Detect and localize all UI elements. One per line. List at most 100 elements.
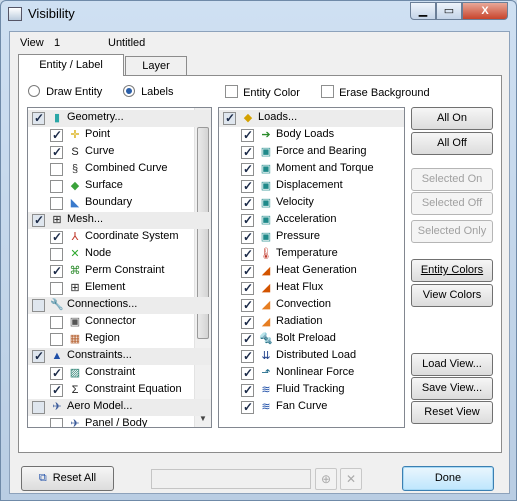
tree-item-row[interactable]: ✛ Point [28,127,211,144]
minimize-button[interactable]: ▁ [410,2,436,20]
selected-on-button[interactable]: Selected On [411,168,493,191]
tree-item-row[interactable]: ➔ Body Loads [219,127,404,144]
tab-entity-label[interactable]: Entity / Label [18,54,124,76]
title-bar[interactable]: Visibility ▁ ▭ X [1,1,516,27]
maximize-button[interactable]: ▭ [436,2,462,20]
visibility-checkbox[interactable] [241,179,254,193]
tree-item-row[interactable]: ⅄ Coordinate System [28,229,211,246]
tree-item-row[interactable]: ◢ Radiation [219,314,404,331]
tree-item-row[interactable]: ◢ Heat Flux [219,280,404,297]
visibility-checkbox[interactable] [241,332,254,346]
tab-layer[interactable]: Layer [125,56,187,75]
erase-background-option[interactable]: Erase Background [321,85,430,99]
tree-item-row[interactable]: ≋ Fan Curve [219,399,404,416]
tree-item-row[interactable]: ▨ Constraint [28,365,211,382]
visibility-checkbox[interactable] [50,248,63,261]
tree-item-row[interactable]: ⇊ Distributed Load [219,348,404,365]
tree-item-row[interactable]: ▣ Connector [28,314,211,331]
reset-all-button[interactable]: ⧉ Reset All [21,466,114,491]
visibility-checkbox[interactable] [50,163,63,176]
tree-group-row[interactable]: ⊞ Mesh... [28,212,211,229]
visibility-checkbox[interactable] [50,333,63,346]
visibility-checkbox[interactable] [241,162,254,176]
visibility-checkbox[interactable] [50,230,63,244]
tree-item-row[interactable]: ▣ Velocity [219,195,404,212]
tree-item-row[interactable]: ▣ Displacement [219,178,404,195]
visibility-checkbox[interactable] [50,180,63,193]
tree-item-row[interactable]: ◆ Surface [28,178,211,195]
reset-view-button[interactable]: Reset View [411,401,493,424]
visibility-checkbox[interactable] [50,264,63,278]
visibility-checkbox[interactable] [241,196,254,210]
loads-tree-list[interactable]: ◆ Loads... ➔ Body Loads ▣ Force and Bearing ▣ M… [218,107,405,428]
visibility-checkbox[interactable] [50,128,63,142]
all-on-button[interactable]: All On [411,107,493,130]
visibility-checkbox[interactable] [223,111,236,125]
entity-colors-button[interactable]: Entity Colors [411,259,493,282]
visibility-checkbox[interactable] [50,383,63,397]
tree-group-row[interactable]: 🔧 Connections... [28,297,211,314]
load-view-button[interactable]: Load View... [411,353,493,376]
visibility-checkbox[interactable] [241,213,254,227]
visibility-checkbox[interactable] [32,299,45,312]
visibility-checkbox[interactable] [50,366,63,380]
draw-entity-option[interactable]: Draw Entity [28,85,102,98]
pick-select-button[interactable]: ⊕ [315,468,337,490]
entity-color-checkbox[interactable] [225,85,238,98]
labels-radio[interactable] [123,85,135,97]
tree-item-row[interactable]: ◣ Boundary [28,195,211,212]
tree-item-row[interactable]: ✈ Panel / Body [28,416,211,427]
tree-item-row[interactable]: 🔩Bolt Preload [219,331,404,348]
tree-group-row[interactable]: ✈ Aero Model... [28,399,211,416]
visibility-checkbox[interactable] [241,247,254,261]
visibility-checkbox[interactable] [32,213,45,227]
view-colors-button[interactable]: View Colors [411,284,493,307]
selected-off-button[interactable]: Selected Off [411,192,493,215]
tree-item-row[interactable]: § Combined Curve [28,161,211,178]
erase-background-checkbox[interactable] [321,85,334,98]
tree-item-row[interactable]: 🌡Temperature [219,246,404,263]
visibility-checkbox[interactable] [241,264,254,278]
tree-item-row[interactable]: ▦ Region [28,331,211,348]
visibility-checkbox[interactable] [241,315,254,329]
tree-item-row[interactable]: S Curve [28,144,211,161]
visibility-checkbox[interactable] [32,349,45,363]
tree-item-row[interactable]: ▣ Pressure [219,229,404,246]
visibility-checkbox[interactable] [32,111,45,125]
draw-entity-radio[interactable] [28,85,40,97]
tree-item-row[interactable]: ⌘ Perm Constraint [28,263,211,280]
tree-item-row[interactable]: ◢ Heat Generation [219,263,404,280]
tree-item-row[interactable]: ▣ Force and Bearing [219,144,404,161]
tree-item-row[interactable]: ⬏ Nonlinear Force [219,365,404,382]
entity-color-option[interactable]: Entity Color [225,85,300,99]
all-off-button[interactable]: All Off [411,132,493,155]
visibility-checkbox[interactable] [241,281,254,295]
visibility-checkbox[interactable] [241,145,254,159]
tree-item-row[interactable]: ✕ Node [28,246,211,263]
visibility-checkbox[interactable] [50,145,63,159]
tree-item-row[interactable]: ▣ Acceleration [219,212,404,229]
done-button[interactable]: Done [402,466,494,491]
tree-group-row[interactable]: ▮ Geometry... [28,110,211,127]
visibility-checkbox[interactable] [241,366,254,380]
close-button[interactable]: X [462,2,508,20]
visibility-checkbox[interactable] [241,230,254,244]
visibility-checkbox[interactable] [50,197,63,210]
tree-group-row[interactable]: ◆ Loads... [219,110,404,127]
visibility-checkbox[interactable] [50,282,63,295]
entity-tree-list[interactable]: ▲ ▼ ▮Geometry...✛PointSCurve§Combined Cu… [27,107,212,428]
labels-option[interactable]: Labels [123,85,173,98]
visibility-checkbox[interactable] [241,349,254,363]
visibility-checkbox[interactable] [241,128,254,142]
tree-item-row[interactable]: ≋ Fluid Tracking [219,382,404,399]
visibility-checkbox[interactable] [50,316,63,329]
tree-group-row[interactable]: ▲ Constraints... [28,348,211,365]
visibility-checkbox[interactable] [241,298,254,312]
tree-item-row[interactable]: ▣ Moment and Torque [219,161,404,178]
visibility-checkbox[interactable] [32,401,45,414]
tree-item-row[interactable]: Σ Constraint Equation [28,382,211,399]
visibility-checkbox[interactable] [50,418,63,427]
tree-item-row[interactable]: ⊞ Element [28,280,211,297]
pick-clear-button[interactable]: ✕ [340,468,362,490]
tree-item-row[interactable]: ◢ Convection [219,297,404,314]
